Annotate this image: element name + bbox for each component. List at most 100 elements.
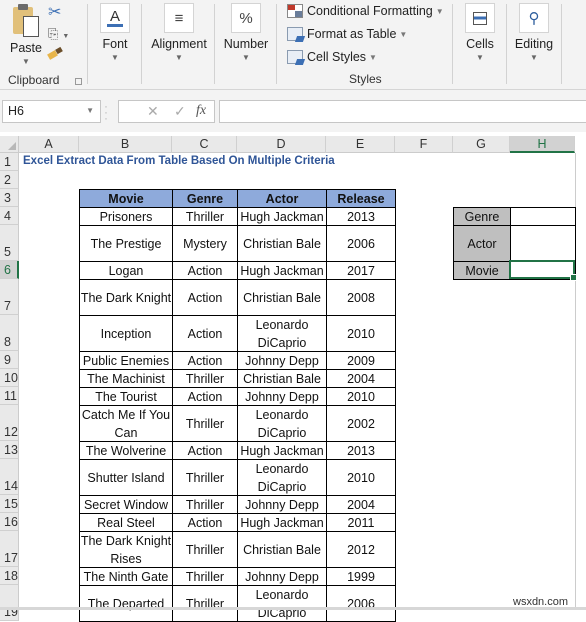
table-cell[interactable]: Christian Bale xyxy=(237,225,327,262)
table-cell[interactable]: 2010 xyxy=(326,387,396,406)
table-cell[interactable]: Leonardo DiCaprio xyxy=(237,459,327,496)
row-header-15[interactable]: 15 xyxy=(0,495,19,513)
table-cell[interactable]: 2006 xyxy=(326,225,396,262)
table-cell[interactable]: The Tourist xyxy=(79,387,173,406)
row-header-8[interactable]: 8 xyxy=(0,315,19,351)
table-cell[interactable]: Catch Me If You Can xyxy=(79,405,173,442)
row-header-13[interactable]: 13 xyxy=(0,441,19,459)
chevron-down-icon[interactable]: ▼ xyxy=(86,106,94,115)
table-cell[interactable]: Prisoners xyxy=(79,207,173,226)
table-cell[interactable]: Shutter Island xyxy=(79,459,173,496)
table-header-movie[interactable]: Movie xyxy=(79,189,173,208)
table-cell[interactable]: 2010 xyxy=(326,459,396,496)
table-cell[interactable]: 2008 xyxy=(326,279,396,316)
copy-icon[interactable]: ⎘ ▼ xyxy=(48,26,69,42)
table-cell[interactable]: Johnny Depp xyxy=(237,567,327,586)
criteria-label-movie[interactable]: Movie xyxy=(453,261,511,280)
cancel-icon[interactable]: ✕ xyxy=(147,103,159,120)
table-cell[interactable]: Leonardo DiCaprio xyxy=(237,585,327,622)
dialog-launcher-icon[interactable] xyxy=(75,78,82,85)
table-cell[interactable]: The Ninth Gate xyxy=(79,567,173,586)
table-cell[interactable]: The Prestige xyxy=(79,225,173,262)
table-cell[interactable]: Hugh Jackman xyxy=(237,441,327,460)
table-cell[interactable]: 1999 xyxy=(326,567,396,586)
table-cell[interactable]: Inception xyxy=(79,315,173,352)
table-cell[interactable]: Hugh Jackman xyxy=(237,261,327,280)
conditional-formatting-button[interactable]: Conditional Formatting ▼ xyxy=(287,4,444,18)
resize-handle-icon[interactable]: · · · xyxy=(104,100,108,124)
table-cell[interactable]: Public Enemies xyxy=(79,351,173,370)
table-cell[interactable]: The Machinist xyxy=(79,369,173,388)
table-cell[interactable]: Logan xyxy=(79,261,173,280)
table-cell[interactable]: The Dark Knight Rises xyxy=(79,531,173,568)
row-header-6[interactable]: 6 xyxy=(0,261,19,279)
table-cell[interactable]: Hugh Jackman xyxy=(237,207,327,226)
table-cell[interactable]: The Dark Knight xyxy=(79,279,173,316)
table-cell[interactable]: Leonardo DiCaprio xyxy=(237,405,327,442)
enter-icon[interactable]: ✓ xyxy=(174,103,186,120)
table-header-actor[interactable]: Actor xyxy=(237,189,327,208)
cut-icon[interactable]: ✂ xyxy=(48,2,61,22)
table-cell[interactable]: 2012 xyxy=(326,531,396,568)
paste-button[interactable]: Paste ▼ xyxy=(6,4,46,66)
format-as-table-button[interactable]: Format as Table ▼ xyxy=(287,27,407,41)
active-cell-selection[interactable] xyxy=(509,260,577,281)
row-header-16[interactable]: 16 xyxy=(0,513,19,531)
table-cell[interactable]: 2017 xyxy=(326,261,396,280)
column-header-g[interactable]: G xyxy=(453,136,510,153)
criteria-label-actor[interactable]: Actor xyxy=(453,225,511,262)
table-cell[interactable]: Thriller xyxy=(172,405,238,442)
column-header-b[interactable]: B xyxy=(79,136,172,153)
table-cell[interactable]: 2010 xyxy=(326,315,396,352)
table-cell[interactable]: Thriller xyxy=(172,459,238,496)
table-cell[interactable]: Mystery xyxy=(172,225,238,262)
table-cell[interactable]: Secret Window xyxy=(79,495,173,514)
font-button[interactable]: A Font ▼ xyxy=(99,3,131,62)
row-header-17[interactable]: 17 xyxy=(0,531,19,567)
table-cell[interactable]: Leonardo DiCaprio xyxy=(237,315,327,352)
table-cell[interactable]: Action xyxy=(172,351,238,370)
column-header-c[interactable]: C xyxy=(172,136,237,153)
row-header-2[interactable]: 2 xyxy=(0,171,19,189)
table-cell[interactable]: Action xyxy=(172,387,238,406)
name-box[interactable]: H6 ▼ xyxy=(2,100,101,123)
table-cell[interactable]: Johnny Depp xyxy=(237,495,327,514)
table-cell[interactable]: Thriller xyxy=(172,369,238,388)
table-cell[interactable]: 2004 xyxy=(326,495,396,514)
column-header-e[interactable]: E xyxy=(326,136,395,153)
row-header-12[interactable]: 12 xyxy=(0,405,19,441)
criteria-input-actor[interactable] xyxy=(510,225,576,262)
row-header-7[interactable]: 7 xyxy=(0,279,19,315)
table-header-release[interactable]: Release xyxy=(326,189,396,208)
column-header-a[interactable]: A xyxy=(19,136,79,153)
column-header-h[interactable]: H xyxy=(510,136,575,153)
row-header-1[interactable]: 1 xyxy=(0,153,19,171)
table-header-genre[interactable]: Genre xyxy=(172,189,238,208)
number-button[interactable]: % Number ▼ xyxy=(222,3,270,62)
table-cell[interactable]: 2002 xyxy=(326,405,396,442)
table-cell[interactable]: 2004 xyxy=(326,369,396,388)
table-cell[interactable]: Hugh Jackman xyxy=(237,513,327,532)
row-header-4[interactable]: 4 xyxy=(0,207,19,225)
insert-function-icon[interactable]: fx xyxy=(196,103,206,119)
row-header-19[interactable]: 19 xyxy=(0,585,19,621)
criteria-label-genre[interactable]: Genre xyxy=(453,207,511,226)
cell-styles-button[interactable]: Cell Styles ▼ xyxy=(287,50,377,64)
table-cell[interactable]: Christian Bale xyxy=(237,279,327,316)
table-cell[interactable]: Christian Bale xyxy=(237,369,327,388)
table-cell[interactable]: Johnny Depp xyxy=(237,351,327,370)
row-header-10[interactable]: 10 xyxy=(0,369,19,387)
table-cell[interactable]: Thriller xyxy=(172,495,238,514)
row-header-11[interactable]: 11 xyxy=(0,387,19,405)
table-cell[interactable]: The Departed xyxy=(79,585,173,622)
criteria-input-genre[interactable] xyxy=(510,207,576,226)
row-header-5[interactable]: 5 xyxy=(0,225,19,261)
table-cell[interactable]: Action xyxy=(172,261,238,280)
select-all-button[interactable] xyxy=(0,136,19,153)
table-cell[interactable]: Action xyxy=(172,513,238,532)
row-header-3[interactable]: 3 xyxy=(0,189,19,207)
cells-button[interactable]: Cells ▼ xyxy=(462,3,498,62)
table-cell[interactable]: Christian Bale xyxy=(237,531,327,568)
row-header-14[interactable]: 14 xyxy=(0,459,19,495)
row-header-9[interactable]: 9 xyxy=(0,351,19,369)
